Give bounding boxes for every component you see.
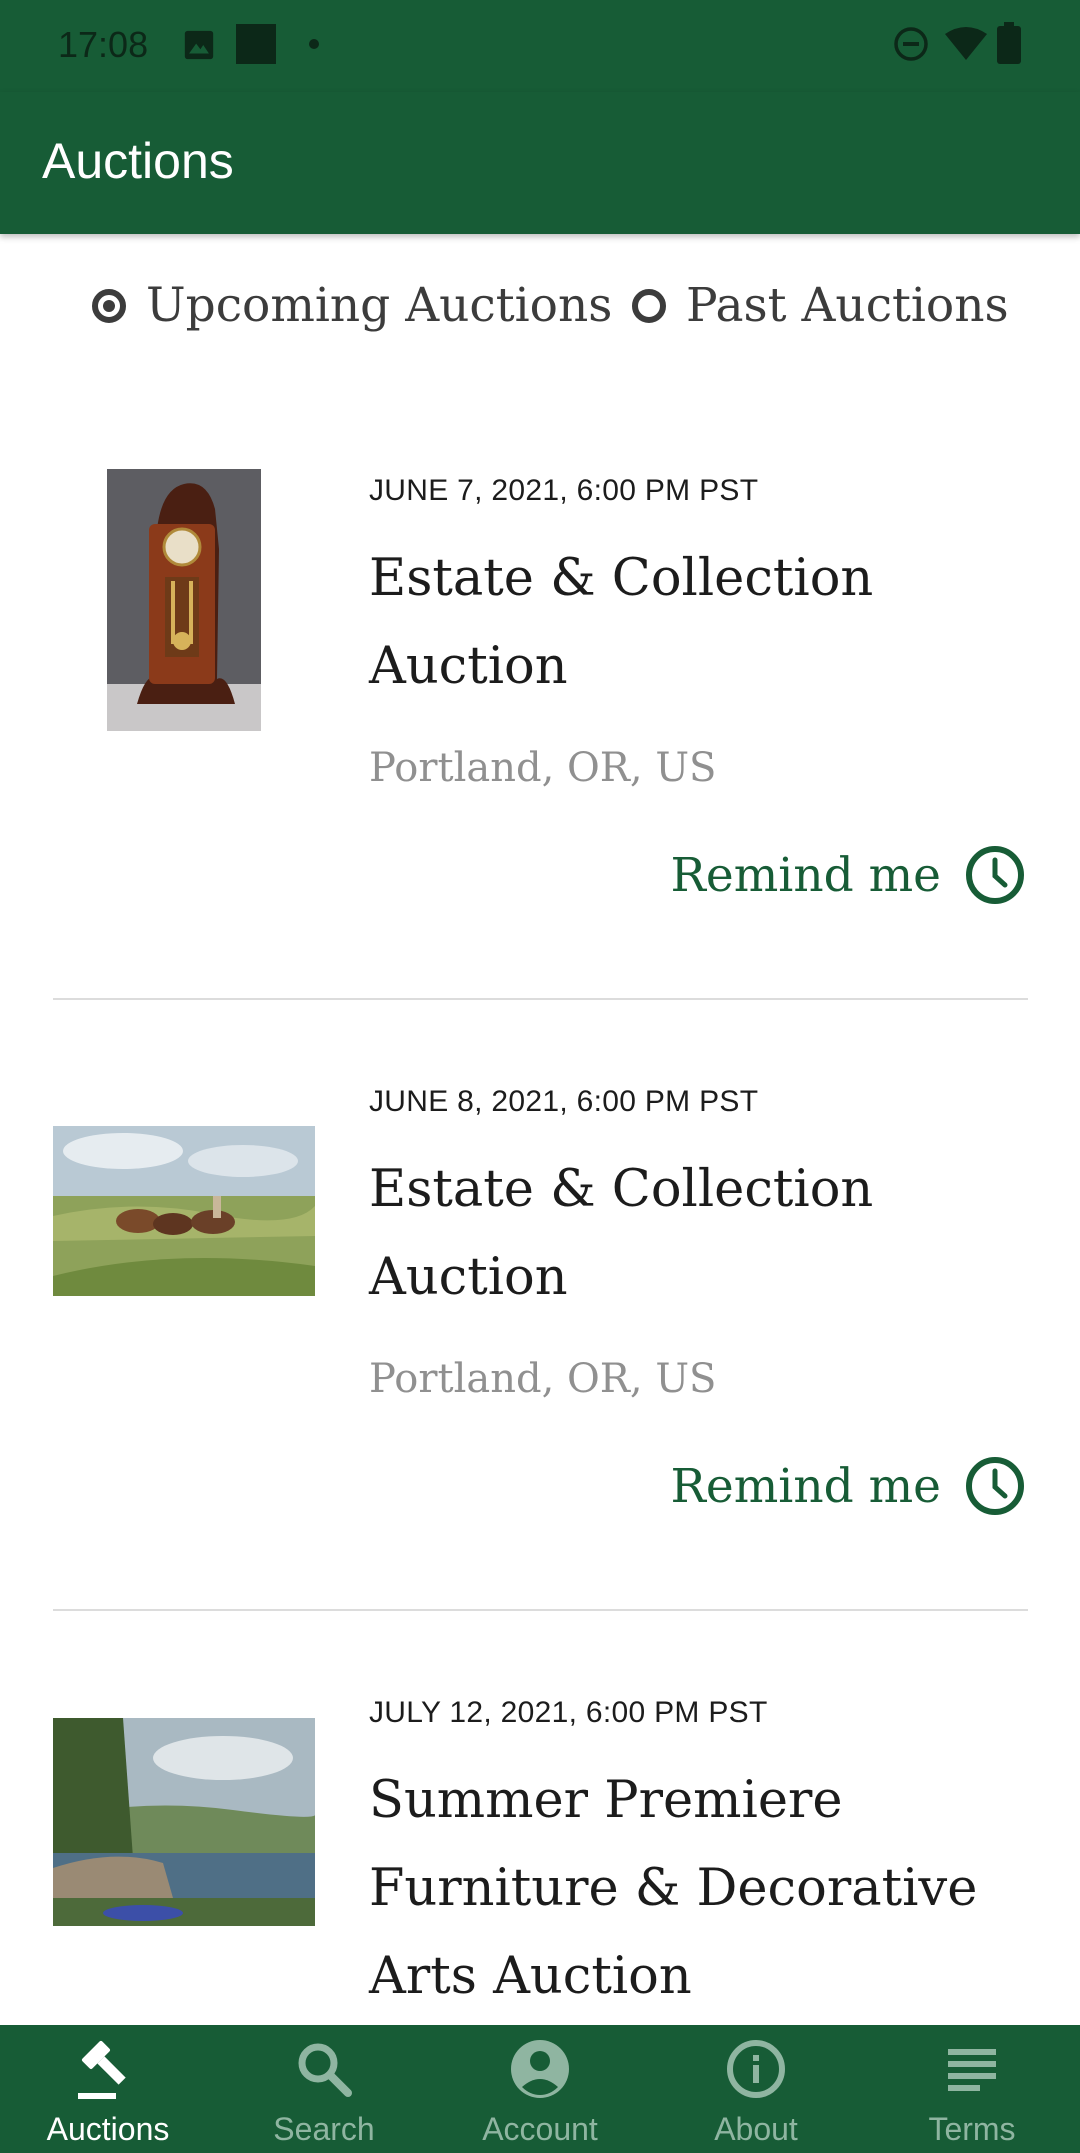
battery-icon (997, 22, 1021, 64)
auction-filter: Upcoming Auctions Past Auctions (0, 278, 1080, 348)
auction-card[interactable]: JUNE 8, 2021, 6:00 PM PST Estate & Colle… (0, 1051, 1080, 1611)
card-divider (53, 998, 1028, 1000)
dnd-icon (894, 27, 928, 61)
status-bar: 17:08 (0, 0, 1080, 92)
remind-me-button[interactable]: Remind me (671, 845, 1025, 905)
auction-thumbnail[interactable] (53, 1126, 315, 1296)
info-icon (727, 2040, 785, 2098)
auction-card[interactable]: JUNE 7, 2021, 6:00 PM PST Estate & Colle… (0, 440, 1080, 1000)
remind-me-label: Remind me (670, 847, 941, 903)
app-bar: Auctions (0, 92, 1080, 234)
nav-item-search[interactable]: Search (216, 2025, 432, 2153)
auction-title: Estate & Collection Auction (369, 549, 874, 696)
radio-label: Upcoming Auctions (146, 278, 613, 333)
nav-item-about[interactable]: About (648, 2025, 864, 2153)
auction-date: JUNE 7, 2021, 6:00 PM PST (369, 474, 759, 507)
nav-item-account[interactable]: Account (432, 2025, 648, 2153)
auction-title: Estate & Collection Auction (369, 1160, 874, 1307)
auction-thumbnail[interactable] (53, 1718, 315, 1926)
horses-painting-image (53, 1126, 315, 1296)
page-title: Auctions (42, 133, 234, 189)
nav-label: Terms (928, 2111, 1016, 2147)
upcoming-auctions-radio[interactable]: Upcoming Auctions (92, 278, 612, 333)
gavel-icon (78, 2040, 126, 2099)
auction-location: Portland, OR, US (369, 745, 717, 791)
card-divider (53, 1609, 1028, 1611)
image-icon (184, 30, 214, 60)
nav-label: Account (482, 2111, 598, 2147)
grandfather-clock-image (107, 469, 261, 731)
search-icon (298, 2043, 352, 2097)
nav-label: About (714, 2111, 798, 2147)
nav-item-auctions[interactable]: Auctions (0, 2025, 216, 2153)
status-time: 17:08 (58, 24, 149, 65)
remind-me-label: Remind me (670, 1458, 941, 1514)
square-icon (236, 24, 276, 64)
nav-item-terms[interactable]: Terms (864, 2025, 1080, 2153)
terms-icon (948, 2049, 996, 2091)
auction-date: JULY 12, 2021, 6:00 PM PST (369, 1696, 768, 1729)
dot-icon (309, 39, 319, 49)
wifi-icon (945, 27, 987, 60)
auction-thumbnail[interactable] (107, 469, 261, 731)
auction-title: Summer Premiere Furniture & Decorative A… (369, 1771, 978, 2006)
remind-me-button[interactable]: Remind me (671, 1456, 1025, 1516)
clock-icon (966, 846, 1024, 904)
nav-label: Search (273, 2111, 375, 2147)
clock-icon (966, 1457, 1024, 1515)
radio-unchecked-icon (632, 288, 666, 323)
past-auctions-radio[interactable]: Past Auctions (632, 278, 1009, 333)
radio-checked-icon (92, 288, 126, 323)
auction-date: JUNE 8, 2021, 6:00 PM PST (369, 1085, 759, 1118)
auction-card[interactable]: JULY 12, 2021, 6:00 PM PST Summer Premie… (0, 1662, 1080, 2025)
account-icon (511, 2040, 569, 2098)
nav-label: Auctions (46, 2111, 170, 2147)
radio-label: Past Auctions (686, 278, 1009, 333)
bottom-navigation: Auctions Search Account About Terms (0, 2025, 1080, 2153)
river-painting-image (53, 1718, 315, 1926)
auction-location: Portland, OR, US (369, 1356, 717, 1402)
